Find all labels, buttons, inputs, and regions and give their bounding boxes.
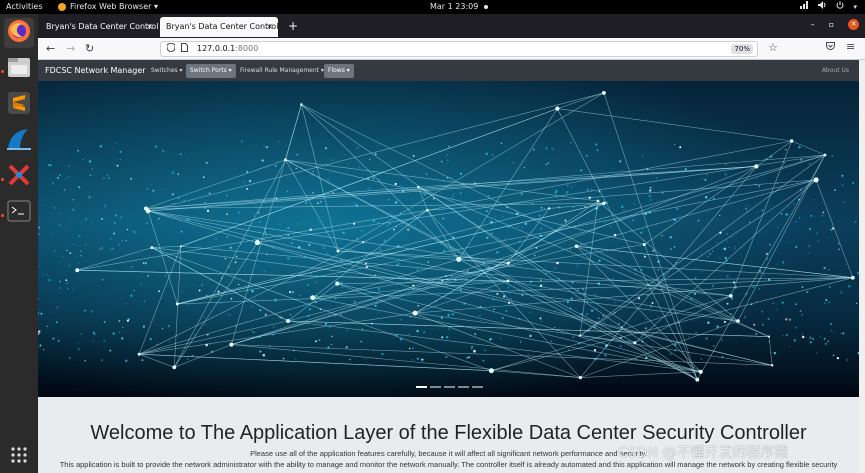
- tab-close-icon[interactable]: ×: [266, 17, 273, 37]
- tab-title: Bryan's Data Center Controlle: [46, 22, 158, 31]
- dock-firefox[interactable]: [4, 18, 34, 48]
- tab-close-icon[interactable]: ×: [146, 17, 153, 37]
- pocket-icon[interactable]: [826, 42, 835, 53]
- close-window-icon[interactable]: ✕: [848, 19, 859, 30]
- minimize-icon[interactable]: –: [811, 20, 815, 29]
- window-controls: – ▫ ✕: [811, 19, 859, 30]
- wireshark-icon: [6, 127, 32, 155]
- tab-strip: Bryan's Data Center Controlle × Bryan's …: [38, 14, 865, 38]
- zoom-badge[interactable]: 70%: [731, 44, 753, 54]
- firefox-small-icon: [58, 3, 66, 11]
- terminal-icon: [7, 200, 31, 226]
- carousel-indicators: [416, 386, 483, 388]
- dock-files[interactable]: [4, 54, 34, 84]
- activities-button[interactable]: Activities: [6, 0, 43, 14]
- back-arrow-icon[interactable]: ←: [46, 42, 55, 56]
- desktop: Activities Firefox Web Browser ▾ Mar 1 2…: [0, 0, 865, 473]
- carousel-indicator[interactable]: [472, 386, 483, 388]
- network-icon: [800, 0, 809, 14]
- dock-sublime-text[interactable]: [4, 90, 34, 120]
- site-brand[interactable]: FDCSC Network Manager: [45, 60, 146, 81]
- url-text: 127.0.0.1:8000: [197, 42, 258, 56]
- tray-chevron-down-icon: ▾: [853, 3, 857, 11]
- firefox-icon: [7, 19, 31, 47]
- hero-carousel[interactable]: [38, 81, 859, 397]
- reload-icon[interactable]: ↻: [85, 42, 94, 56]
- system-top-bar: Activities Firefox Web Browser ▾ Mar 1 2…: [0, 0, 865, 14]
- power-icon: [836, 0, 844, 14]
- xmind-icon: [7, 163, 31, 191]
- files-icon: [7, 56, 31, 82]
- hamburger-menu-icon[interactable]: ≡: [846, 40, 855, 53]
- nav-firewall-rule-management-dropdown[interactable]: Firewall Rule Management ▾: [236, 64, 328, 78]
- nav-switches-dropdown[interactable]: Switches ▾: [147, 64, 187, 78]
- page-info-icon[interactable]: [181, 43, 188, 57]
- nav-flows-dropdown[interactable]: Flows ▾: [324, 64, 354, 78]
- clock-text: Mar 1 23:09: [430, 2, 479, 11]
- page-scrollbar[interactable]: [859, 60, 865, 473]
- app-menu[interactable]: Firefox Web Browser ▾: [58, 0, 158, 14]
- about-us-link[interactable]: About Us: [822, 60, 849, 81]
- dock-wireshark[interactable]: [4, 126, 34, 156]
- running-indicator: [1, 214, 4, 217]
- notification-dot-icon: [484, 5, 489, 9]
- url-port: :8000: [235, 44, 259, 53]
- tab-1[interactable]: Bryan's Data Center Controlle ×: [40, 17, 158, 37]
- web-page: FDCSC Network Manager Switches ▾ Switch …: [38, 60, 859, 473]
- url-bar[interactable]: 127.0.0.1:8000 70%: [160, 41, 758, 57]
- dock: [0, 14, 38, 473]
- running-indicator: [1, 178, 4, 181]
- clock[interactable]: Mar 1 23:09: [430, 0, 489, 14]
- carousel-indicator[interactable]: [430, 386, 441, 388]
- tracking-shield-icon[interactable]: [166, 42, 176, 57]
- dock-show-apps[interactable]: [4, 442, 34, 472]
- sublime-text-icon: [7, 91, 31, 119]
- navigation-toolbar: ← → ↻ 127.0.0.1:8000 70% ☆ ≡: [38, 38, 865, 60]
- csdn-watermark: CSDN @不懂开发的程序猿: [618, 445, 789, 461]
- tab-title: Bryan's Data Center Controlle: [166, 22, 278, 31]
- nav-switch-ports-dropdown[interactable]: Switch Ports ▾: [186, 64, 236, 78]
- system-tray[interactable]: ▾: [800, 0, 857, 14]
- dock-xmind[interactable]: [4, 162, 34, 192]
- site-navbar: FDCSC Network Manager Switches ▾ Switch …: [38, 60, 859, 81]
- bookmark-star-icon[interactable]: ☆: [768, 41, 778, 54]
- app-menu-label: Firefox Web Browser ▾: [70, 2, 158, 11]
- tab-2[interactable]: Bryan's Data Center Controlle ×: [160, 17, 278, 37]
- url-host: 127.0.0.1: [197, 44, 236, 53]
- new-tab-button[interactable]: +: [288, 18, 298, 34]
- dock-terminal[interactable]: [4, 198, 34, 228]
- volume-icon: [818, 0, 827, 14]
- maximize-icon[interactable]: ▫: [829, 20, 834, 29]
- carousel-indicator[interactable]: [458, 386, 469, 388]
- hero-city-network-image: [38, 81, 859, 397]
- carousel-indicator[interactable]: [416, 386, 427, 388]
- forward-arrow-icon[interactable]: →: [66, 42, 75, 56]
- carousel-indicator[interactable]: [444, 386, 455, 388]
- show-apps-icon: [10, 446, 28, 468]
